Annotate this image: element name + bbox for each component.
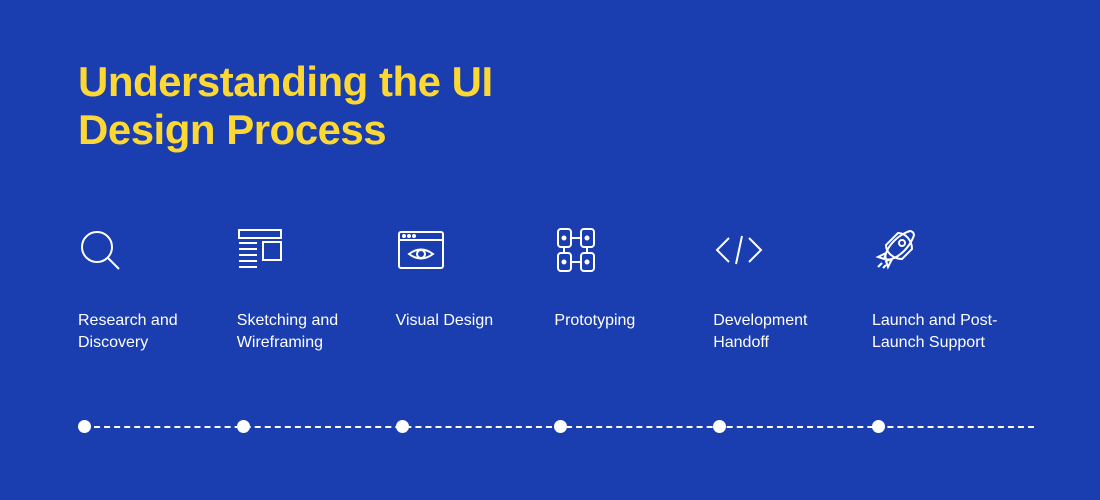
timeline-dots (78, 420, 1022, 433)
step-visual-design: Visual Design (396, 225, 546, 353)
wireframe-icon (237, 225, 387, 275)
timeline-dot (78, 420, 91, 433)
magnify-icon (78, 225, 228, 275)
timeline (78, 420, 1040, 434)
step-research: Research and Discovery (78, 225, 228, 353)
step-label: Visual Design (396, 310, 531, 332)
code-icon (713, 225, 863, 275)
step-handoff: Development Handoff (713, 225, 863, 353)
step-label: Sketching and Wireframing (237, 310, 372, 353)
step-prototyping: Prototyping (554, 225, 704, 353)
title-line-2: Design Process (78, 106, 386, 153)
page-title: Understanding the UI Design Process (78, 58, 493, 155)
timeline-dot (396, 420, 409, 433)
step-wireframing: Sketching and Wireframing (237, 225, 387, 353)
process-steps: Research and Discovery Sketching and Wir… (78, 225, 1022, 353)
prototype-icon (554, 225, 704, 275)
timeline-dot (554, 420, 567, 433)
timeline-dot (872, 420, 885, 433)
step-label: Prototyping (554, 310, 689, 332)
timeline-dot (237, 420, 250, 433)
step-label: Development Handoff (713, 310, 848, 353)
visual-icon (396, 225, 546, 275)
timeline-dot (713, 420, 726, 433)
step-label: Launch and Post-Launch Support (872, 310, 1007, 353)
step-label: Research and Discovery (78, 310, 213, 353)
step-launch: Launch and Post-Launch Support (872, 225, 1022, 353)
rocket-icon (872, 225, 1022, 275)
title-line-1: Understanding the UI (78, 58, 493, 105)
